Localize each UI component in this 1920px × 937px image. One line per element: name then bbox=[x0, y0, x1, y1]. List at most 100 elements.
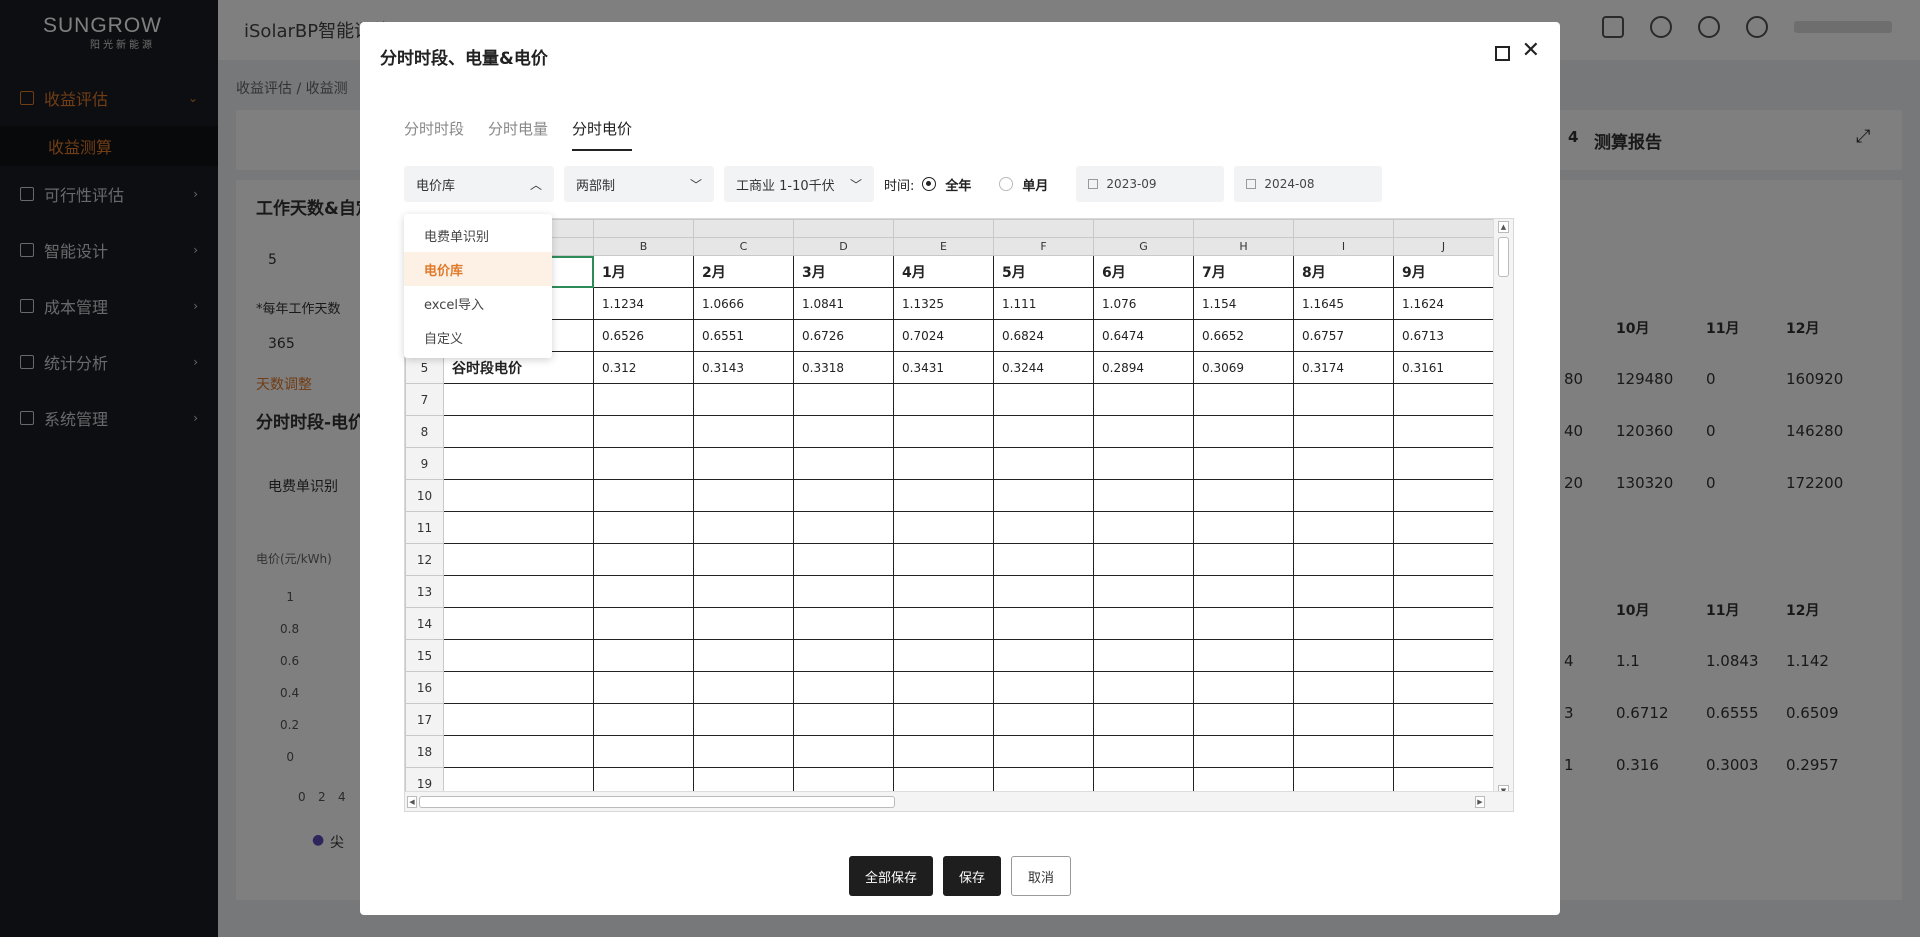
sheet-cell[interactable] bbox=[693, 575, 794, 608]
sheet-cell[interactable] bbox=[1293, 607, 1394, 640]
sheet-cell[interactable]: 0.3069 bbox=[1193, 351, 1294, 384]
sheet-cell[interactable] bbox=[1293, 735, 1394, 768]
tab-3[interactable]: 分时电价 bbox=[572, 118, 633, 151]
sheet-cell[interactable]: 0.2894 bbox=[1093, 351, 1194, 384]
sheet-cell[interactable] bbox=[893, 671, 994, 704]
sheet-cell[interactable] bbox=[593, 671, 694, 704]
dropdown-option[interactable]: 自定义 bbox=[404, 320, 552, 354]
sheet-cell[interactable] bbox=[993, 447, 1094, 480]
sheet-cell[interactable]: 2月 bbox=[693, 255, 794, 288]
sheet-cell[interactable] bbox=[993, 607, 1094, 640]
dropdown-option[interactable]: 电费单识别 bbox=[404, 218, 552, 252]
sheet-cell[interactable] bbox=[1293, 415, 1394, 448]
sheet-cell[interactable] bbox=[1393, 703, 1494, 736]
sheet-cell[interactable] bbox=[793, 607, 894, 640]
sheet-cell[interactable] bbox=[1293, 511, 1394, 544]
sheet-cell[interactable] bbox=[693, 607, 794, 640]
tariff-category-select[interactable]: 工商业 1-10千伏 ﹀ bbox=[724, 166, 874, 202]
sheet-cell[interactable] bbox=[1393, 607, 1494, 640]
sheet-cell[interactable] bbox=[893, 479, 994, 512]
sheet-cell[interactable] bbox=[993, 735, 1094, 768]
sheet-cell[interactable] bbox=[893, 415, 994, 448]
sheet-cell[interactable] bbox=[593, 607, 694, 640]
sheet-cell[interactable] bbox=[443, 415, 594, 448]
price-source-select[interactable]: 电价库 ︿ bbox=[404, 166, 554, 202]
sheet-cell[interactable] bbox=[1193, 671, 1294, 704]
sheet-cell[interactable] bbox=[443, 703, 594, 736]
sheet-cell[interactable]: 0.6474 bbox=[1093, 319, 1194, 352]
sheet-cell[interactable] bbox=[793, 383, 894, 416]
save-all-button[interactable]: 全部保存 bbox=[848, 856, 933, 896]
sheet-cell[interactable] bbox=[893, 607, 994, 640]
scroll-left-icon[interactable]: ◀ bbox=[407, 796, 417, 808]
sheet-cell[interactable] bbox=[1093, 479, 1194, 512]
sheet-cell[interactable] bbox=[443, 543, 594, 576]
sheet-cell[interactable] bbox=[893, 383, 994, 416]
sheet-cell[interactable]: 3月 bbox=[793, 255, 894, 288]
sheet-cell[interactable]: 1.154 bbox=[1193, 287, 1294, 320]
sheet-cell[interactable] bbox=[793, 671, 894, 704]
sheet-cell[interactable]: 0.3244 bbox=[993, 351, 1094, 384]
radio-full-year[interactable]: 全年 bbox=[922, 175, 971, 194]
sheet-cell[interactable] bbox=[993, 543, 1094, 576]
close-icon[interactable]: ✕ bbox=[1522, 40, 1540, 62]
sheet-cell[interactable]: 1.1234 bbox=[593, 287, 694, 320]
sheet-cell[interactable] bbox=[1093, 639, 1194, 672]
sheet-cell[interactable] bbox=[1293, 447, 1394, 480]
sheet-cell[interactable] bbox=[993, 415, 1094, 448]
tab-2[interactable]: 分时电量 bbox=[488, 118, 548, 151]
sheet-cell[interactable]: 0.3143 bbox=[693, 351, 794, 384]
sheet-cell[interactable]: 1.0666 bbox=[693, 287, 794, 320]
sheet-cell[interactable]: 0.6652 bbox=[1193, 319, 1294, 352]
sheet-cell[interactable] bbox=[693, 735, 794, 768]
sheet-cell[interactable]: 6月 bbox=[1093, 255, 1194, 288]
sheet-cell[interactable]: 5月 bbox=[993, 255, 1094, 288]
spreadsheet[interactable]: B C D E F G H I J 1月 2月 3月 4月 5月 6月 7月 8月 9月 1.1234 1.0666 1… bbox=[404, 218, 1514, 812]
sheet-cell[interactable] bbox=[1293, 543, 1394, 576]
sheet-cell[interactable] bbox=[593, 735, 694, 768]
sheet-cell[interactable] bbox=[1293, 479, 1394, 512]
sheet-cell[interactable] bbox=[593, 479, 694, 512]
maximize-icon[interactable] bbox=[1495, 46, 1510, 61]
sheet-cell[interactable]: 1.0841 bbox=[793, 287, 894, 320]
sheet-cell[interactable]: 0.7024 bbox=[893, 319, 994, 352]
vertical-scrollbar[interactable]: ▲ ▼ bbox=[1493, 219, 1513, 799]
sheet-cell[interactable] bbox=[1093, 415, 1194, 448]
sheet-cell[interactable] bbox=[443, 575, 594, 608]
sheet-cell[interactable]: 8月 bbox=[1293, 255, 1394, 288]
scroll-up-icon[interactable]: ▲ bbox=[1498, 221, 1509, 233]
sheet-cell[interactable] bbox=[993, 575, 1094, 608]
sheet-cell[interactable] bbox=[793, 447, 894, 480]
sheet-cell[interactable]: 0.3174 bbox=[1293, 351, 1394, 384]
sheet-cell[interactable] bbox=[1393, 671, 1494, 704]
save-button[interactable]: 保存 bbox=[942, 856, 1001, 896]
sheet-cell[interactable] bbox=[593, 383, 694, 416]
sheet-cell[interactable]: 0.3318 bbox=[793, 351, 894, 384]
sheet-cell[interactable] bbox=[793, 479, 894, 512]
sheet-cell[interactable] bbox=[443, 671, 594, 704]
sheet-cell[interactable]: 1.1325 bbox=[893, 287, 994, 320]
sheet-cell[interactable]: 0.3431 bbox=[893, 351, 994, 384]
sheet-cell[interactable] bbox=[693, 671, 794, 704]
sheet-cell[interactable] bbox=[693, 543, 794, 576]
sheet-cell[interactable] bbox=[693, 511, 794, 544]
sheet-cell[interactable]: 0.6526 bbox=[593, 319, 694, 352]
sheet-cell[interactable] bbox=[693, 479, 794, 512]
tab-1[interactable]: 分时时段 bbox=[404, 118, 464, 151]
sheet-cell[interactable] bbox=[1193, 511, 1294, 544]
sheet-cell[interactable]: 0.6757 bbox=[1293, 319, 1394, 352]
sheet-cell[interactable] bbox=[1393, 543, 1494, 576]
sheet-cell[interactable] bbox=[1293, 703, 1394, 736]
sheet-cell[interactable] bbox=[593, 575, 694, 608]
start-date-picker[interactable]: 2023-09 bbox=[1076, 166, 1225, 202]
sheet-cell[interactable] bbox=[1393, 639, 1494, 672]
sheet-cell[interactable]: 1.1645 bbox=[1293, 287, 1394, 320]
sheet-cell[interactable] bbox=[1193, 543, 1294, 576]
sheet-cell[interactable] bbox=[1093, 607, 1194, 640]
radio-single-month[interactable]: 单月 bbox=[999, 175, 1048, 194]
sheet-cell[interactable] bbox=[443, 607, 594, 640]
dropdown-option[interactable]: 电价库 bbox=[404, 252, 552, 286]
sheet-cell[interactable]: 9月 bbox=[1393, 255, 1494, 288]
sheet-cell[interactable] bbox=[793, 703, 894, 736]
sheet-cell[interactable] bbox=[693, 639, 794, 672]
